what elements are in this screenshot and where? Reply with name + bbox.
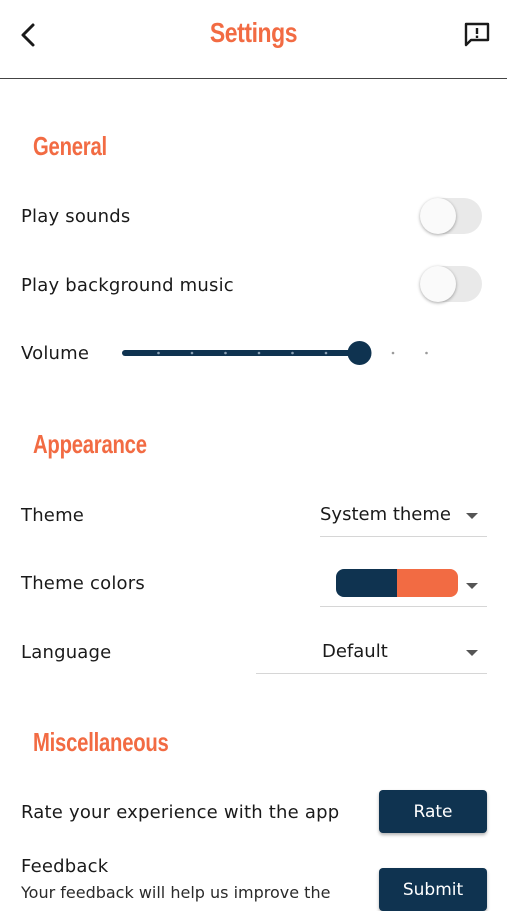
slider-tick-mark [224,351,227,355]
slider-tick-mark [425,351,428,355]
slider-tick-mark [157,351,160,355]
toggle-knob [420,198,456,234]
accent-color-swatch [397,569,458,597]
caret-down-icon [466,650,478,656]
feedback-label: Feedback [21,856,109,877]
feedback-description: Your feedback will help us improve the [21,883,331,902]
theme-colors-dropdown[interactable] [320,569,487,607]
toggle-knob [420,266,456,302]
caret-down-icon [466,583,478,589]
slider-tick-mark [190,351,194,355]
language-label: Language [21,642,112,663]
background-music-toggle[interactable] [420,266,482,302]
slider-tick-mark [291,351,294,355]
language-dropdown[interactable]: Default [256,639,487,674]
slider-tick-mark [324,351,328,355]
theme-dropdown[interactable]: System theme [320,502,487,537]
section-title-miscellaneous: Miscellaneous [33,727,169,757]
caret-down-icon [466,513,478,519]
theme-label: Theme [21,505,85,526]
volume-label: Volume [21,343,90,364]
slider-tick-mark [257,351,261,355]
feedback-report-button[interactable] [462,20,492,50]
rate-experience-label: Rate your experience with the app [21,802,340,823]
primary-color-swatch [336,569,397,597]
page-title: Settings [209,17,298,48]
submit-feedback-button[interactable]: Submit [379,868,487,911]
volume-slider[interactable] [120,338,465,368]
theme-dropdown-value: System theme [320,504,451,525]
section-title-appearance: Appearance [33,429,147,459]
theme-colors-label: Theme colors [21,573,145,594]
language-dropdown-value: Default [322,641,388,662]
theme-color-swatch [336,569,458,597]
top-app-bar: Settings [0,0,507,79]
play-sounds-toggle[interactable] [420,198,482,234]
section-title-general: General [33,131,107,161]
chevron-left-icon [21,23,35,47]
slider-thumb[interactable] [347,341,372,365]
back-button[interactable] [14,20,44,50]
slider-tick-mark [391,351,395,355]
rate-button[interactable]: Rate [379,790,487,833]
report-feedback-icon [464,22,490,47]
play-sounds-label: Play sounds [21,206,131,227]
background-music-label: Play background music [21,275,234,296]
